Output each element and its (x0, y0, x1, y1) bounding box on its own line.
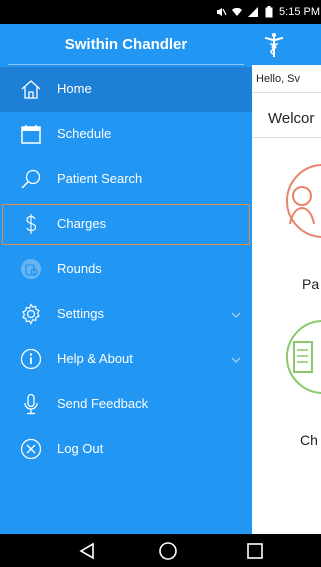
menu-item-label: Help & About (57, 351, 133, 366)
menu-item-label: Settings (57, 306, 104, 321)
chevron-down-icon[interactable] (230, 308, 242, 320)
menu-item-label: Schedule (57, 126, 112, 141)
divider (252, 92, 321, 93)
signal-icon (247, 6, 259, 18)
navigation-drawer: Swithin Chandler Home Schedule Patient S… (0, 24, 252, 534)
rounds-icon (20, 258, 42, 280)
menu-item-settings[interactable]: Settings (0, 292, 252, 337)
home-circle-icon[interactable] (157, 540, 179, 562)
home-icon (20, 78, 42, 100)
menu-item-home[interactable]: Home (0, 67, 252, 112)
search-icon (20, 168, 42, 190)
user-name: Swithin Chandler (64, 36, 188, 53)
divider (8, 64, 244, 65)
menu-item-label: Log Out (57, 441, 104, 456)
main-header (252, 24, 321, 65)
battery-icon (263, 6, 275, 18)
menu-item-send-feedback[interactable]: Send Feedback (0, 382, 252, 427)
menu-item-label: Charges (57, 216, 107, 231)
close-circle-icon (20, 438, 42, 460)
tile-label: Ch (300, 432, 318, 448)
menu-item-label: Home (57, 81, 92, 96)
caduceus-icon[interactable] (262, 32, 286, 58)
dollar-icon (20, 213, 42, 235)
menu-item-label: Patient Search (57, 171, 143, 186)
wifi-icon (231, 6, 243, 18)
status-icons: 5:15 PM (215, 0, 321, 24)
menu-item-schedule[interactable]: Schedule (0, 112, 252, 157)
menu-item-patient-search[interactable]: Patient Search (0, 157, 252, 202)
mute-icon (215, 6, 227, 18)
main-screen: Hello, Sv Welcor Pa Ch (252, 24, 321, 534)
chevron-down-icon[interactable] (230, 353, 242, 365)
menu-item-help-about[interactable]: Help & About (0, 337, 252, 382)
drawer-menu: Home Schedule Patient Search Charges Rou… (0, 67, 252, 472)
menu-item-label: Rounds (57, 261, 102, 276)
recent-apps-icon[interactable] (244, 540, 266, 562)
back-icon[interactable] (76, 540, 98, 562)
calendar-icon (20, 123, 42, 145)
divider (252, 137, 321, 138)
menu-item-rounds[interactable]: Rounds (0, 247, 252, 292)
charges-tile-icon[interactable] (286, 320, 321, 394)
drawer-header: Swithin Chandler (0, 24, 252, 66)
status-bar: 5:15 PM (0, 0, 321, 24)
greeting-text: Hello, Sv (256, 73, 301, 85)
patients-tile-icon[interactable] (286, 164, 321, 238)
info-icon (20, 348, 42, 370)
microphone-icon (20, 393, 42, 415)
status-time: 5:15 PM (279, 6, 320, 18)
tile-label: Pa (302, 276, 320, 292)
system-navigation-bar (0, 534, 321, 567)
menu-item-charges[interactable]: Charges (0, 202, 252, 247)
menu-item-log-out[interactable]: Log Out (0, 427, 252, 472)
menu-item-label: Send Feedback (57, 396, 149, 411)
gear-icon (20, 303, 42, 325)
welcome-text: Welcor (268, 110, 315, 127)
